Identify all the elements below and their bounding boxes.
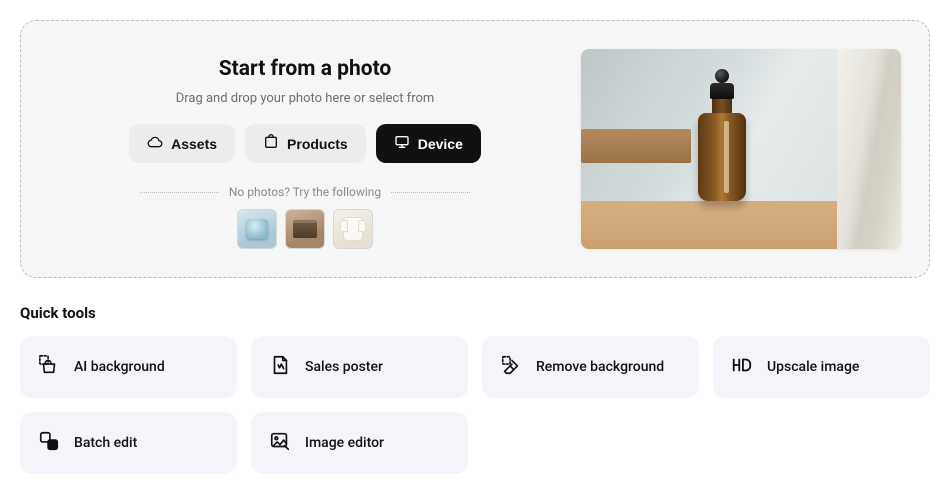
tool-sales-poster-label: Sales poster: [305, 359, 383, 375]
preview-bottle: [698, 69, 746, 201]
quick-tools-grid: AI background Sales poster Remove backgr…: [20, 336, 930, 474]
source-products-button[interactable]: Products: [245, 124, 366, 163]
source-buttons-row: Assets Products Device: [129, 124, 481, 163]
tool-upscale-image-label: Upscale image: [767, 359, 859, 375]
upload-panel[interactable]: Start from a photo Drag and drop your ph…: [20, 20, 930, 278]
image-edit-icon: [269, 430, 291, 456]
preview-shelf: [581, 129, 691, 163]
shirt-icon: [343, 217, 363, 241]
tool-image-editor[interactable]: Image editor: [251, 412, 468, 474]
source-device-button[interactable]: Device: [376, 124, 481, 163]
palette-icon: [293, 220, 317, 238]
batch-icon: [38, 430, 60, 456]
sample-earbuds[interactable]: [237, 209, 277, 249]
source-assets-label: Assets: [171, 136, 217, 152]
eraser-sparkle-icon: [500, 354, 522, 380]
upload-title: Start from a photo: [219, 57, 392, 81]
tool-remove-background[interactable]: Remove background: [482, 336, 699, 398]
sample-row: [237, 209, 373, 249]
tool-ai-background[interactable]: AI background: [20, 336, 237, 398]
source-assets-button[interactable]: Assets: [129, 124, 235, 163]
tool-remove-background-label: Remove background: [536, 359, 664, 375]
tool-batch-edit-label: Batch edit: [74, 435, 137, 451]
tool-sales-poster[interactable]: Sales poster: [251, 336, 468, 398]
sample-palette[interactable]: [285, 209, 325, 249]
tool-batch-edit[interactable]: Batch edit: [20, 412, 237, 474]
bag-sparkle-icon: [38, 354, 60, 380]
sample-shirt[interactable]: [333, 209, 373, 249]
quick-tools-heading: Quick tools: [20, 304, 930, 322]
tool-image-editor-label: Image editor: [305, 435, 384, 451]
try-label: No photos? Try the following: [229, 185, 381, 199]
cloud-icon: [147, 134, 163, 153]
poster-icon: [269, 354, 291, 380]
preview-main-scene: [581, 49, 837, 249]
preview-image: [581, 49, 901, 249]
earbuds-icon: [246, 219, 268, 239]
tool-upscale-image[interactable]: Upscale image: [713, 336, 930, 398]
preview-side-panel: [837, 49, 901, 249]
tool-ai-background-label: AI background: [74, 359, 165, 375]
hd-icon: [731, 354, 753, 380]
monitor-icon: [394, 134, 410, 153]
source-products-label: Products: [287, 136, 348, 152]
try-divider: No photos? Try the following: [140, 185, 470, 199]
tag-icon: [263, 134, 279, 153]
upload-subtitle: Drag and drop your photo here or select …: [176, 91, 435, 106]
upload-left-column: Start from a photo Drag and drop your ph…: [49, 49, 561, 249]
source-device-label: Device: [418, 136, 463, 152]
